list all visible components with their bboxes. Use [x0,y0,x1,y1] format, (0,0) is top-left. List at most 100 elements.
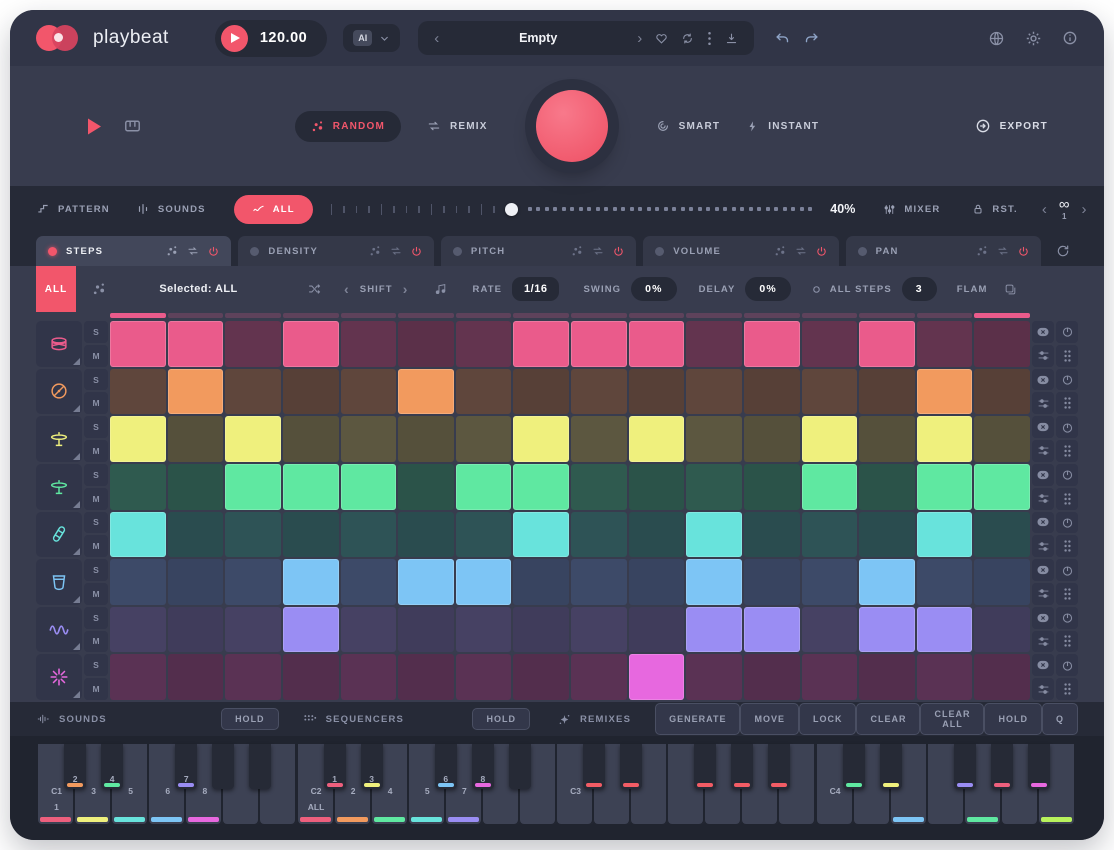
step-1-11[interactable] [686,321,742,367]
step-2-11[interactable] [686,369,742,415]
step-3-2[interactable] [168,416,224,462]
track-drag-handle-icon[interactable] [1056,535,1078,557]
drum-icon[interactable] [36,321,82,367]
preset-name[interactable]: Empty [452,31,624,45]
length-segment-1[interactable] [110,313,166,318]
step-8-7[interactable] [456,654,512,700]
step-4-8[interactable] [513,464,569,510]
step-2-10[interactable] [629,369,685,415]
step-5-2[interactable] [168,512,224,558]
slider-handle[interactable] [505,203,518,216]
track-knob-icon[interactable] [1056,369,1078,391]
track-drag-handle-icon[interactable] [1056,631,1078,653]
step-8-9[interactable] [571,654,627,700]
tab-density[interactable]: DENSITY [238,236,433,266]
tab-dice-icon[interactable] [976,245,988,257]
step-4-3[interactable] [225,464,281,510]
step-2-16[interactable] [974,369,1030,415]
tab-pitch[interactable]: PITCH [441,236,636,266]
length-segment-4[interactable] [283,313,339,318]
tab-volume[interactable]: VOLUME [643,236,838,266]
mute-button[interactable]: M [84,345,108,367]
step-6-12[interactable] [744,559,800,605]
mute-button[interactable]: M [84,535,108,557]
solo-button[interactable]: S [84,321,108,343]
all-tracks-tab[interactable]: ALL [36,266,76,312]
clear-button[interactable]: CLEAR [856,703,920,735]
step-2-9[interactable] [571,369,627,415]
step-5-12[interactable] [744,512,800,558]
tab-power-icon[interactable] [613,246,624,257]
row-dice-icon[interactable] [92,282,106,296]
mute-button[interactable]: M [84,488,108,510]
bpm-value[interactable]: 120.00 [260,30,307,46]
step-2-3[interactable] [225,369,281,415]
step-4-4[interactable] [283,464,339,510]
all-steps-value[interactable]: 3 [902,277,937,301]
mute-button[interactable]: M [84,583,108,605]
tab-loop-icon[interactable] [390,245,402,257]
step-3-1[interactable] [110,416,166,462]
step-1-13[interactable] [802,321,858,367]
length-segment-8[interactable] [513,313,569,318]
track-drag-handle-icon[interactable] [1056,440,1078,462]
step-5-5[interactable] [341,512,397,558]
smart-mode-button[interactable]: SMART [656,119,721,133]
step-3-5[interactable] [341,416,397,462]
favorite-icon[interactable] [655,32,668,45]
step-8-2[interactable] [168,654,224,700]
track-knob-icon[interactable] [1056,654,1078,676]
step-2-6[interactable] [398,369,454,415]
piano-key-F#4[interactable] [954,744,976,789]
step-1-8[interactable] [513,321,569,367]
step-5-6[interactable] [398,512,454,558]
piano-key-D#2[interactable]: 3 [361,744,383,789]
step-1-4[interactable] [283,321,339,367]
randomize-amount-slider[interactable] [331,203,813,216]
piano-key-G#1[interactable] [212,744,234,789]
piano-key-G#2[interactable]: 8 [472,744,494,789]
piano-key-A#4[interactable] [1028,744,1050,789]
sounds-hold-button[interactable]: HOLD [221,708,279,730]
step-5-10[interactable] [629,512,685,558]
loop-prev-button[interactable]: ‹ [1042,202,1047,217]
piano-key-A#1[interactable] [249,744,271,789]
step-7-7[interactable] [456,607,512,653]
flam-label[interactable]: FLAM [957,284,988,295]
solo-button[interactable]: S [84,607,108,629]
move-button[interactable]: MOVE [740,703,799,735]
step-2-15[interactable] [917,369,973,415]
step-4-11[interactable] [686,464,742,510]
step-7-11[interactable] [686,607,742,653]
length-segment-7[interactable] [456,313,512,318]
solo-button[interactable]: S [84,416,108,438]
solo-button[interactable]: S [84,464,108,486]
solo-button[interactable]: S [84,512,108,534]
step-8-11[interactable] [686,654,742,700]
step-3-8[interactable] [513,416,569,462]
randomize-trigger-button[interactable] [536,90,608,162]
step-5-8[interactable] [513,512,569,558]
piano-key-D#1[interactable]: 4 [101,744,123,789]
clear-track-icon[interactable] [1032,512,1054,534]
length-segment-12[interactable] [744,313,800,318]
step-2-5[interactable] [341,369,397,415]
step-6-1[interactable] [110,559,166,605]
preset-prev-button[interactable]: ‹ [434,31,439,46]
length-segment-2[interactable] [168,313,224,318]
step-1-2[interactable] [168,321,224,367]
step-8-12[interactable] [744,654,800,700]
step-6-16[interactable] [974,559,1030,605]
shaker-icon[interactable] [36,512,82,558]
tab-loop-icon[interactable] [187,245,199,257]
sequencers-hold-button[interactable]: HOLD [472,708,530,730]
length-segment-9[interactable] [571,313,627,318]
track-sliders-icon[interactable] [1032,440,1054,462]
length-segment-10[interactable] [629,313,685,318]
step-4-16[interactable] [974,464,1030,510]
piano-key-A#2[interactable] [509,744,531,789]
clear-track-icon[interactable] [1032,369,1054,391]
step-4-14[interactable] [859,464,915,510]
length-segment-16[interactable] [974,313,1030,318]
track-knob-icon[interactable] [1056,416,1078,438]
